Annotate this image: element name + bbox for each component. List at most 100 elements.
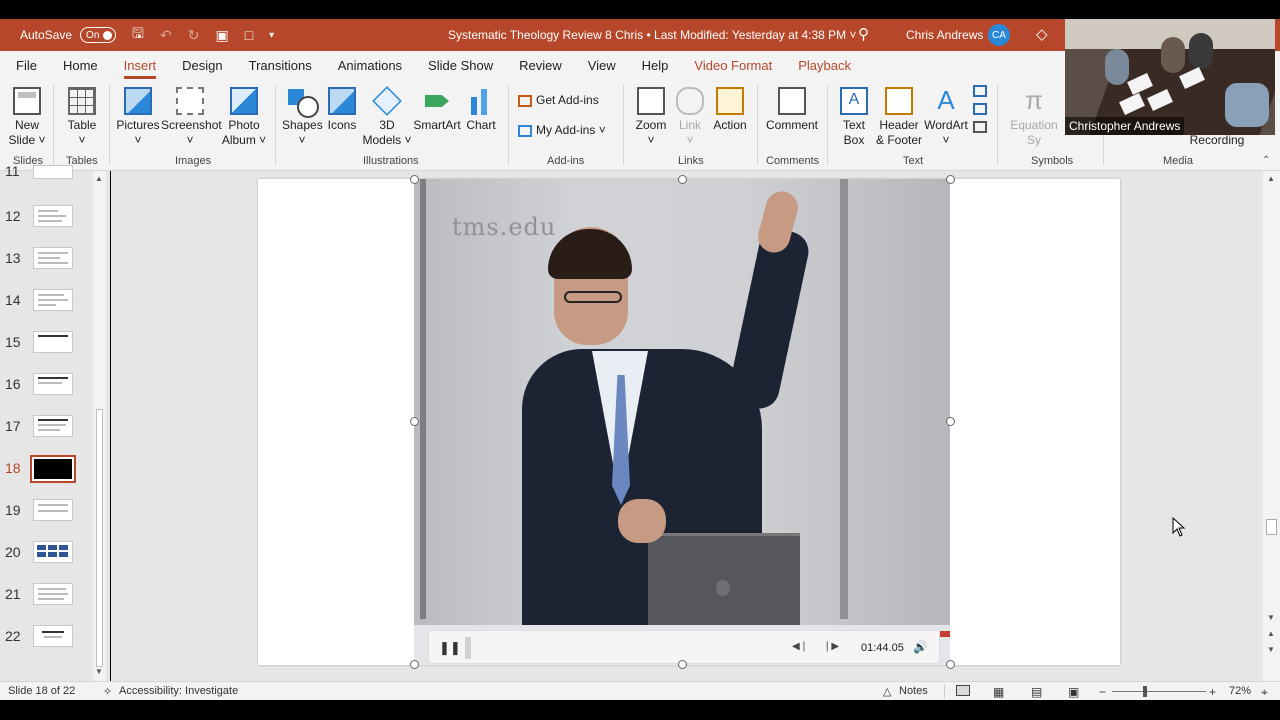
new-doc-icon[interactable]: □ <box>245 27 253 43</box>
tab-design[interactable]: Design <box>182 54 222 77</box>
tab-help[interactable]: Help <box>642 54 669 77</box>
notes-icon[interactable]: △ <box>883 685 891 698</box>
zoom-slider-thumb[interactable] <box>1143 686 1147 697</box>
document-title[interactable]: Systematic Theology Review 8 Chris • Las… <box>448 28 857 42</box>
step-back-icon[interactable]: ◀❘ <box>792 641 808 652</box>
scroll-up-icon[interactable]: ▲ <box>1267 174 1275 183</box>
zoom-level[interactable]: 72% <box>1229 685 1251 697</box>
redo-icon[interactable]: ↻ <box>188 27 200 44</box>
icons-button[interactable]: Icons <box>324 87 360 133</box>
search-icon[interactable]: ⚲ <box>858 25 869 43</box>
pictures-button[interactable]: Pictures ˅ <box>116 87 160 148</box>
tab-transitions[interactable]: Transitions <box>249 54 312 77</box>
video-frame[interactable]: tms.edu <box>414 179 950 665</box>
slide-thumb-14[interactable]: 14 <box>0 289 96 319</box>
next-slide-icon[interactable]: ▼ <box>1267 645 1275 654</box>
comment-button[interactable]: Comment <box>764 87 820 133</box>
slide-thumb-19[interactable]: 19 <box>0 499 96 529</box>
text-box-button[interactable]: A Text Box <box>836 87 872 148</box>
sorter-view-icon[interactable]: ▦ <box>993 685 1004 699</box>
avatar[interactable]: CA <box>988 24 1010 46</box>
previous-slide-icon[interactable]: ▲ <box>1267 629 1275 638</box>
user-name[interactable]: Chris Andrews <box>906 28 983 42</box>
thumbnails-scrollbar[interactable]: ▲ ▼ <box>93 171 106 681</box>
save-icon[interactable]: 🖫 <box>132 23 144 47</box>
autosave-toggle[interactable]: On <box>80 27 117 43</box>
present-icon[interactable]: ▣ <box>215 27 228 44</box>
slide-thumb-21[interactable]: 21 <box>0 583 96 613</box>
slide-thumb-22[interactable]: 22 <box>0 625 96 655</box>
recording-button[interactable]: Recording <box>1186 133 1248 148</box>
notes-button[interactable]: Notes <box>899 685 928 697</box>
reading-view-icon[interactable]: ▤ <box>1031 685 1042 699</box>
canvas-scrollbar[interactable]: ▲ ▼ ▲ ▼ <box>1263 171 1280 681</box>
slide-thumb-partial[interactable]: 11 <box>0 163 96 195</box>
fit-slide-icon[interactable]: ⌖ <box>1261 685 1268 700</box>
resize-handle[interactable] <box>946 660 955 669</box>
resize-handle[interactable] <box>678 175 687 184</box>
slide-thumb-16[interactable]: 16 <box>0 373 96 403</box>
action-label: Action <box>713 118 747 132</box>
title-dropdown-icon[interactable]: ˅ <box>850 28 857 42</box>
3d-models-button[interactable]: 3D Models ˅ <box>362 86 412 148</box>
accessibility-status[interactable]: Accessibility: Investigate <box>119 685 238 697</box>
equation-button[interactable]: π Equation Sy <box>1004 87 1064 148</box>
new-slide-button[interactable]: New Slide ˅ <box>8 87 46 148</box>
shapes-button[interactable]: Shapes ˅ <box>282 87 323 148</box>
scroll-down-icon[interactable]: ▼ <box>95 667 103 676</box>
table-button[interactable]: Table ˅ <box>62 87 102 148</box>
photo-album-button[interactable]: Photo Album ˅ <box>220 87 268 148</box>
tab-playback[interactable]: Playback <box>798 54 851 77</box>
header-footer-button[interactable]: Header & Footer <box>874 87 924 148</box>
zoom-button[interactable]: Zoom ˅ <box>632 87 670 148</box>
resize-handle[interactable] <box>946 417 955 426</box>
tab-slide-show[interactable]: Slide Show <box>428 54 493 77</box>
customize-icon[interactable]: ▾ <box>269 30 274 41</box>
diamond-icon[interactable]: ◇ <box>1036 25 1048 43</box>
slide-thumb-12[interactable]: 12 <box>0 205 96 235</box>
slide-thumb-18[interactable]: 18 <box>0 455 96 487</box>
slideshow-icon[interactable]: ▣ <box>1068 685 1079 699</box>
resize-handle[interactable] <box>410 417 419 426</box>
my-add-ins-button[interactable]: My Add-ins ˅ <box>518 123 614 138</box>
tab-animations[interactable]: Animations <box>338 54 402 77</box>
tab-file[interactable]: File <box>16 54 37 77</box>
normal-view-icon[interactable] <box>956 685 970 696</box>
slide-thumb-13[interactable]: 13 <box>0 247 96 277</box>
tab-review[interactable]: Review <box>519 54 562 77</box>
accessibility-icon[interactable]: ✧ <box>103 685 112 698</box>
collapse-ribbon-icon[interactable]: ⌃ <box>1262 155 1270 166</box>
scrollbar-thumb[interactable] <box>96 409 103 667</box>
screenshot-button[interactable]: Screenshot ˅ <box>161 87 222 148</box>
link-button[interactable]: Link ˅ <box>674 87 706 148</box>
resize-handle[interactable] <box>410 175 419 184</box>
get-add-ins-button[interactable]: Get Add-ins <box>518 93 608 108</box>
tab-video-format[interactable]: Video Format <box>694 54 772 77</box>
action-button[interactable]: Action <box>710 87 750 133</box>
resize-handle[interactable] <box>410 660 419 669</box>
zoom-in-button[interactable]: + <box>1209 685 1216 699</box>
undo-icon[interactable]: ↶ <box>160 27 172 44</box>
new-slide-label2: Slide ˅ <box>8 133 46 147</box>
pause-icon[interactable]: ❚❚ <box>439 640 461 656</box>
zoom-slider[interactable] <box>1112 691 1206 692</box>
tab-home[interactable]: Home <box>63 54 98 77</box>
slide-thumb-15[interactable]: 15 <box>0 331 96 361</box>
wordart-button[interactable]: A WordArt ˅ <box>924 87 968 148</box>
chart-button[interactable]: Chart <box>464 87 498 133</box>
resize-handle[interactable] <box>946 175 955 184</box>
tab-view[interactable]: View <box>588 54 616 77</box>
scroll-up-icon[interactable]: ▲ <box>95 174 103 183</box>
tab-insert[interactable]: Insert <box>123 54 156 79</box>
smartart-button[interactable]: SmartArt <box>413 87 461 133</box>
scrollbar-thumb[interactable] <box>1266 519 1277 535</box>
slide-thumb-17[interactable]: 17 <box>0 415 96 445</box>
slide-thumb-20[interactable]: 20 <box>0 541 96 571</box>
resize-handle[interactable] <box>678 660 687 669</box>
step-forward-icon[interactable]: ❘▶ <box>823 641 839 652</box>
text-more-buttons[interactable] <box>970 83 990 137</box>
scroll-down-icon[interactable]: ▼ <box>1267 613 1275 622</box>
playback-progress-handle[interactable] <box>465 637 471 659</box>
zoom-out-button[interactable]: − <box>1099 685 1106 699</box>
volume-icon[interactable]: 🔊 <box>913 640 928 654</box>
